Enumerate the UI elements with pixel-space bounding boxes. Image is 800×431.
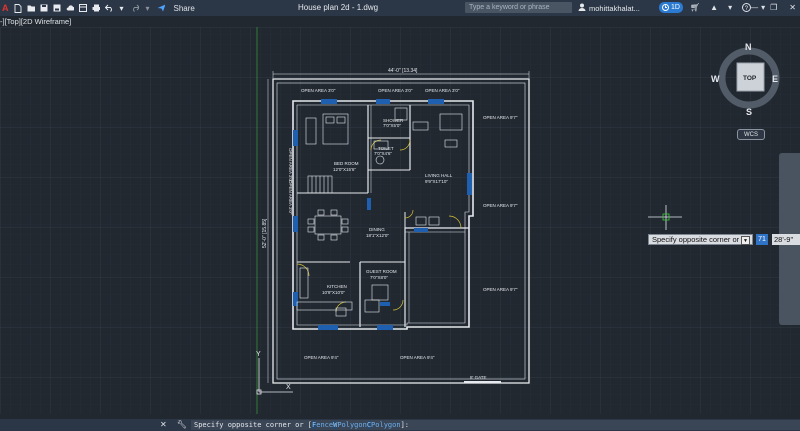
clock-badge-label: 1D <box>671 4 680 11</box>
gate-label: 8' GATE <box>470 375 487 380</box>
compass-south[interactable]: S <box>746 107 752 117</box>
room-label-dining: DINING <box>369 227 385 232</box>
compass-north[interactable]: N <box>745 42 752 52</box>
user-account[interactable]: mohittakhalat... <box>578 3 640 13</box>
viewcube-top-face[interactable]: TOP <box>743 75 757 82</box>
room-label-guest: GUEST ROOM <box>366 269 397 274</box>
room-size-living: 9'9"X17'10" <box>425 179 448 184</box>
compass-east[interactable]: E <box>772 74 778 84</box>
app-logo-icon[interactable]: A <box>2 3 9 13</box>
save-icon[interactable] <box>40 4 48 12</box>
close-icon[interactable]: ✕ <box>789 3 796 12</box>
open-area-left-upper: OPEN AREA 3'0" <box>288 148 293 183</box>
drawing-canvas[interactable]: 44'-0" [13.34] 52'-0" [15.85] 8' GATE OP… <box>0 27 800 414</box>
undo-icon[interactable] <box>104 4 113 12</box>
ucs-x-label: X <box>286 384 291 391</box>
option-cpolygon[interactable]: Polygon <box>371 421 401 429</box>
user-icon <box>578 3 586 13</box>
room-size-shower: 7'0"X5'0" <box>383 123 401 128</box>
share-icon[interactable] <box>157 4 165 12</box>
room-label-bedroom: BED ROOM <box>334 161 359 166</box>
share-button[interactable]: Share <box>174 4 195 13</box>
room-size-kitchen: 10'9"X10'0" <box>322 290 345 295</box>
command-line-tools: ✕ 🔧︎ <box>160 420 187 429</box>
print-icon[interactable] <box>92 4 100 12</box>
window-controls: — ❐ ✕ <box>750 3 796 12</box>
room-label-living: LIVING HALL <box>425 173 453 178</box>
option-fence[interactable]: ence <box>316 421 333 429</box>
command-line-input[interactable]: Specify opposite corner or [ Fence W Poly… <box>191 420 800 430</box>
dropdown-arrow-icon[interactable]: ▼ <box>741 236 750 245</box>
minimize-icon[interactable]: — <box>750 3 758 12</box>
maximize-icon[interactable]: ❐ <box>770 3 777 12</box>
height-dimension: 52'-0" [15.85] <box>262 218 268 248</box>
command-suffix: ]: <box>400 421 409 429</box>
redo-icon[interactable] <box>131 4 139 12</box>
command-prefix: Specify opposite corner or [ <box>194 421 313 429</box>
cloud-icon[interactable] <box>66 4 74 12</box>
dynamic-input-prompt-text: Specify opposite corner or <box>652 235 740 244</box>
wrench-icon[interactable]: 🔧︎ <box>177 420 187 429</box>
dynamic-input-prompt: Specify opposite corner or ▼ <box>648 234 753 245</box>
command-line-bar: ✕ 🔧︎ Specify opposite corner or [ Fence … <box>0 419 800 431</box>
ucs-y-label: Y <box>256 351 261 358</box>
viewport-label[interactable]: -][Top][2D Wireframe] <box>0 17 71 26</box>
quick-access-toolbar: A ▾ ▾ Share <box>0 3 195 13</box>
room-size-dining: 18'1"X12'0" <box>366 233 389 238</box>
new-file-icon[interactable] <box>14 3 22 13</box>
cart-icon[interactable]: 🛒︎ <box>690 3 700 14</box>
apps-icon[interactable]: ▲ <box>710 3 718 14</box>
open-area-right-3: OPEN AREA 9'7" <box>483 287 518 292</box>
clock-badge[interactable]: 1D <box>659 2 683 13</box>
open-area-left-lower: OPEN AREA 3'0" <box>288 180 293 215</box>
room-label-kitchen: KITCHEN <box>327 284 347 289</box>
chevron-down-icon[interactable]: ▾ <box>728 3 732 14</box>
clock-icon <box>662 4 670 11</box>
open-folder-icon[interactable] <box>27 4 35 12</box>
open-area-top-right: OPEN AREA 3'0" <box>425 88 460 93</box>
room-size-guest: 7'0"X8'0" <box>370 275 388 280</box>
user-name: mohittakhalat... <box>589 3 640 13</box>
close-command-line-icon[interactable]: ✕ <box>160 420 167 429</box>
wcs-menu[interactable]: WCS <box>737 129 765 140</box>
compass-west[interactable]: W <box>711 74 720 84</box>
open-area-right-2: OPEN AREA 9'7" <box>483 203 518 208</box>
open-area-top-mid: OPEN AREA 3'0" <box>378 88 413 93</box>
room-size-bedroom: 12'0"X15'6" <box>333 167 356 172</box>
title-bar: A ▾ ▾ Share House plan 2d - 1.dwg Type a… <box>0 0 800 16</box>
document-title: House plan 2d - 1.dwg <box>298 3 379 12</box>
open-area-bottom-right: OPEN AREA 9'4" <box>400 355 435 360</box>
redo-dropdown-icon[interactable]: ▾ <box>144 4 152 13</box>
dynamic-input-field-1[interactable]: 71 <box>756 234 768 245</box>
room-size-toilet: 7'0"X4'6" <box>374 151 392 156</box>
search-input[interactable]: Type a keyword or phrase <box>465 2 572 13</box>
width-dimension: 44'-0" [13.34] <box>388 68 418 74</box>
save-as-icon[interactable] <box>53 4 61 12</box>
web-icon[interactable] <box>78 4 87 12</box>
open-area-right-1: OPEN AREA 9'7" <box>483 115 518 120</box>
undo-dropdown-icon[interactable]: ▾ <box>118 4 126 13</box>
open-area-top-left: OPEN AREA 3'0" <box>301 88 336 93</box>
open-area-bottom-left: OPEN AREA 9'4" <box>304 355 339 360</box>
dynamic-input-field-2[interactable]: 28'-9" <box>772 234 800 245</box>
option-wpolygon[interactable]: Polygon <box>337 421 367 429</box>
